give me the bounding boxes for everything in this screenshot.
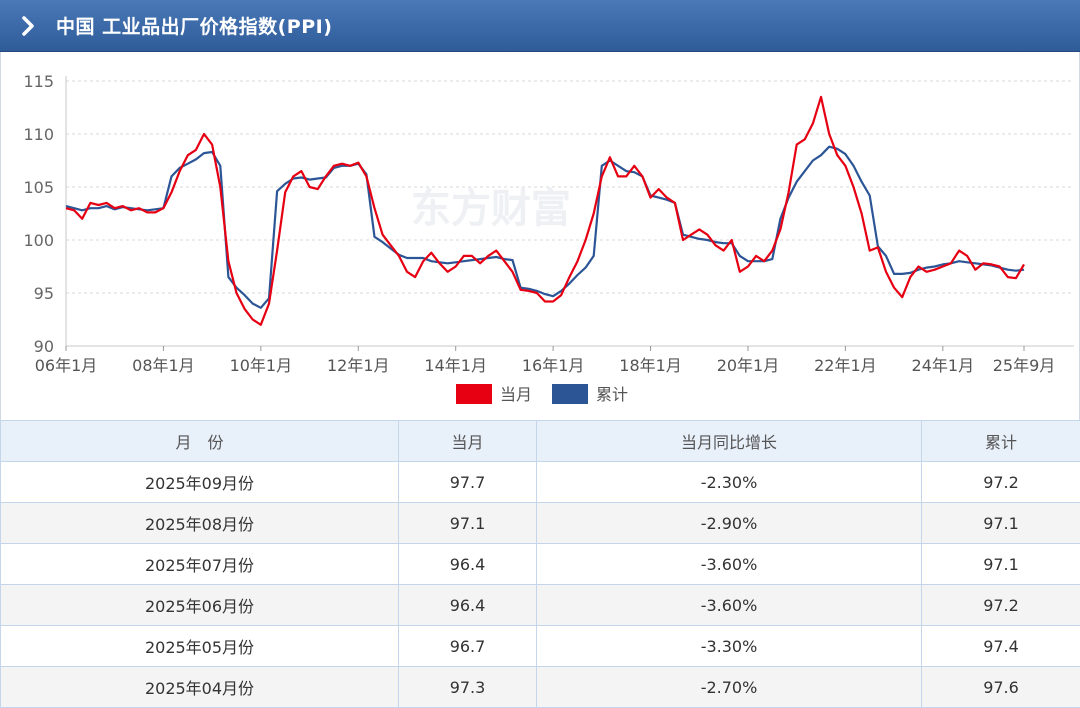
cell-month: 2025年07月份 xyxy=(1,544,399,585)
cell-cumulative: 97.4 xyxy=(922,626,1080,667)
cell-yoy: -3.30% xyxy=(537,626,922,667)
ppi-data-table: 月 份 当月 当月同比增长 累计 2025年09月份 97.7 -2.30% 9… xyxy=(0,420,1080,708)
cell-current: 96.4 xyxy=(399,585,537,626)
x-tick-label: 25年9月 xyxy=(993,356,1056,375)
x-tick-label: 16年1月 xyxy=(522,356,585,375)
y-tick-label: 100 xyxy=(23,231,54,250)
ppi-chart: 东方财富 115 110 105 100 95 90 06年1月 08年1月 10年1月 12年… xyxy=(0,52,1080,420)
cell-cumulative: 97.1 xyxy=(922,544,1080,585)
cell-month: 2025年08月份 xyxy=(1,503,399,544)
watermark-logo-text: 东方财富 xyxy=(411,186,571,232)
table-row: 2025年04月份 97.3 -2.70% 97.6 xyxy=(1,667,1080,708)
panel-header: 中国 工业品出厂价格指数(PPI) xyxy=(0,0,1080,52)
cell-cumulative: 97.2 xyxy=(922,585,1080,626)
legend-label: 累计 xyxy=(596,385,628,404)
y-tick-label: 115 xyxy=(23,72,54,91)
legend-label: 当月 xyxy=(500,385,532,404)
cell-yoy: -2.70% xyxy=(537,667,922,708)
x-tick-label: 12年1月 xyxy=(327,356,390,375)
cell-current: 96.7 xyxy=(399,626,537,667)
chevron-right-icon[interactable] xyxy=(20,15,36,37)
x-tick-label: 22年1月 xyxy=(814,356,877,375)
cell-current: 96.4 xyxy=(399,544,537,585)
column-header-current: 当月 xyxy=(399,421,537,462)
x-tick-label: 06年1月 xyxy=(35,356,98,375)
cell-cumulative: 97.2 xyxy=(922,462,1080,503)
y-tick-label: 95 xyxy=(34,284,54,303)
y-tick-label: 105 xyxy=(23,178,54,197)
cell-month: 2025年09月份 xyxy=(1,462,399,503)
cell-cumulative: 97.6 xyxy=(922,667,1080,708)
cell-current: 97.7 xyxy=(399,462,537,503)
table-row: 2025年08月份 97.1 -2.90% 97.1 xyxy=(1,503,1080,544)
table-row: 2025年06月份 96.4 -3.60% 97.2 xyxy=(1,585,1080,626)
column-header-month: 月 份 xyxy=(1,421,399,462)
cell-yoy: -2.90% xyxy=(537,503,922,544)
ppi-line-chart-svg: 东方财富 115 110 105 100 95 90 06年1月 08年1月 10年1月 12年… xyxy=(1,52,1079,420)
x-tick-label: 10年1月 xyxy=(230,356,293,375)
cell-month: 2025年06月份 xyxy=(1,585,399,626)
table-row: 2025年09月份 97.7 -2.30% 97.2 xyxy=(1,462,1080,503)
cell-current: 97.3 xyxy=(399,667,537,708)
y-gridlines xyxy=(66,81,1074,293)
y-tick-label: 110 xyxy=(23,125,54,144)
x-tick-label: 08年1月 xyxy=(132,356,195,375)
x-tick-label: 20年1月 xyxy=(717,356,780,375)
cell-yoy: -2.30% xyxy=(537,462,922,503)
cell-yoy: -3.60% xyxy=(537,585,922,626)
x-tick-label: 14年1月 xyxy=(424,356,487,375)
chart-legend: 当月 累计 xyxy=(456,384,628,404)
table-row: 2025年05月份 96.7 -3.30% 97.4 xyxy=(1,626,1080,667)
y-axis-ticks: 115 110 105 100 95 90 xyxy=(23,72,54,356)
x-tick-label: 24年1月 xyxy=(912,356,975,375)
panel-title: 中国 工业品出厂价格指数(PPI) xyxy=(56,12,332,39)
cell-month: 2025年05月份 xyxy=(1,626,399,667)
x-tick-label: 18年1月 xyxy=(619,356,682,375)
cell-month: 2025年04月份 xyxy=(1,667,399,708)
legend-swatch xyxy=(552,384,588,404)
y-tick-label: 90 xyxy=(34,337,54,356)
cell-yoy: -3.60% xyxy=(537,544,922,585)
table-row: 2025年07月份 96.4 -3.60% 97.1 xyxy=(1,544,1080,585)
column-header-cumulative: 累计 xyxy=(922,421,1080,462)
cell-cumulative: 97.1 xyxy=(922,503,1080,544)
table-header-row: 月 份 当月 当月同比增长 累计 xyxy=(1,421,1080,462)
column-header-yoy: 当月同比增长 xyxy=(537,421,922,462)
legend-swatch xyxy=(456,384,492,404)
cell-current: 97.1 xyxy=(399,503,537,544)
